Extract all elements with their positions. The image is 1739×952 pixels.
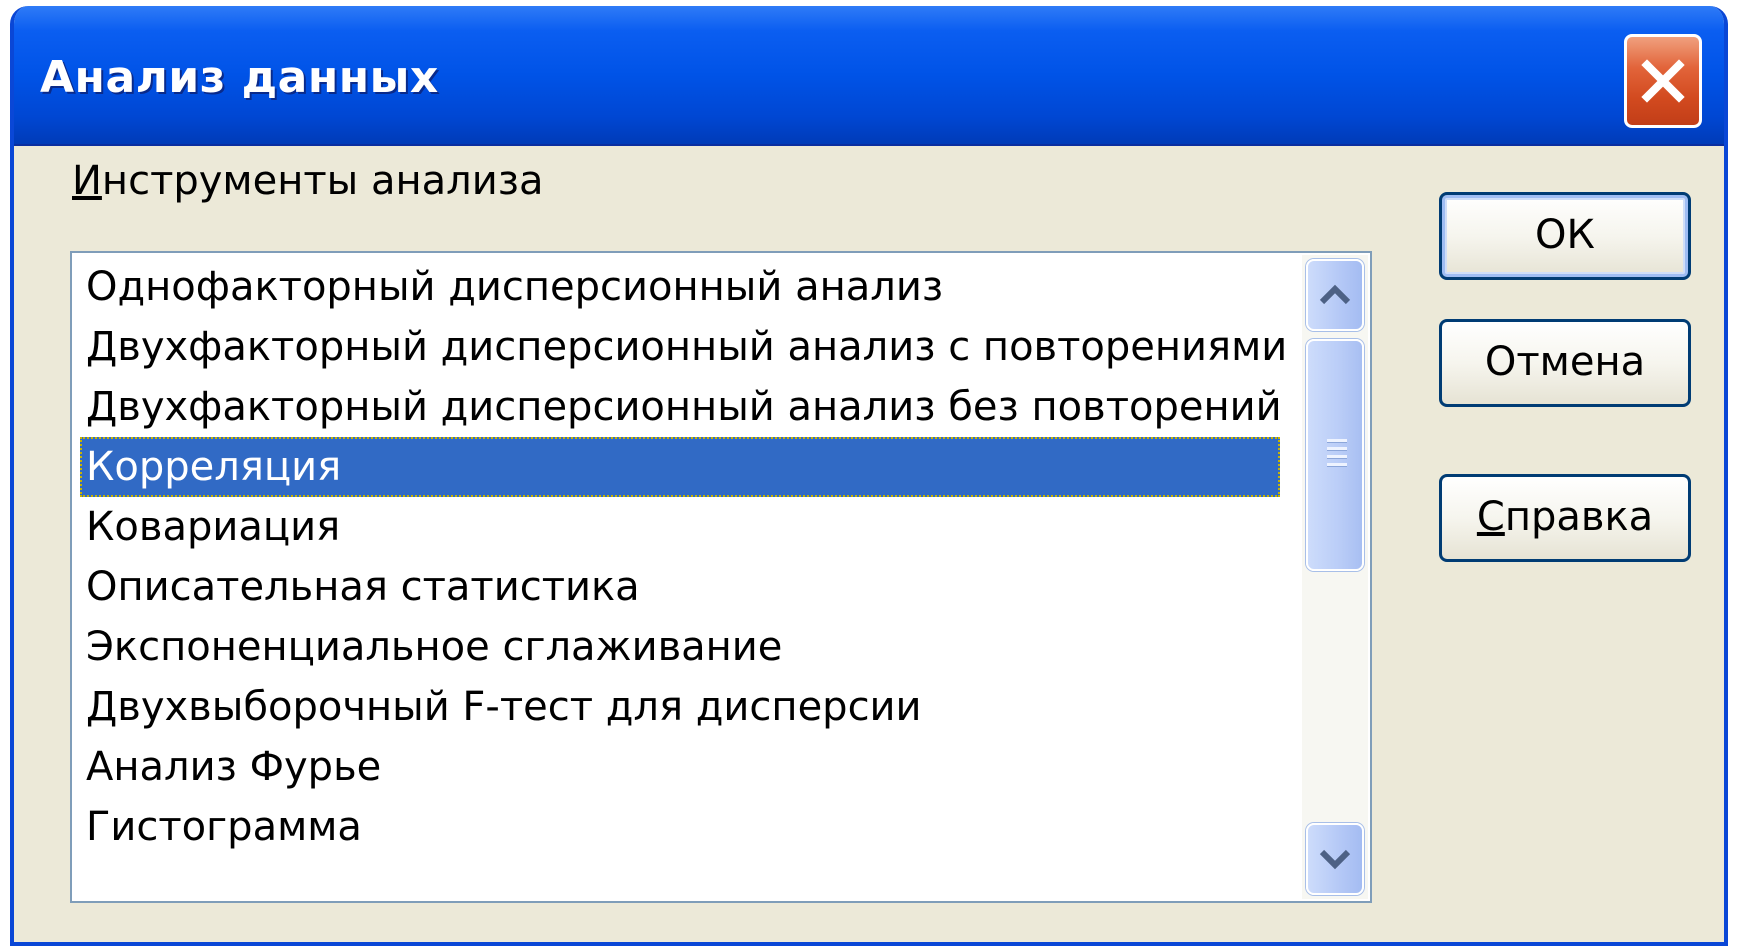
scroll-down-button[interactable] (1306, 823, 1364, 895)
cancel-button[interactable]: Отмена (1439, 319, 1691, 407)
help-button[interactable]: Справка (1439, 474, 1691, 562)
scroll-thumb[interactable] (1306, 339, 1364, 571)
list-item[interactable]: Экспоненциальное сглаживание (80, 617, 1280, 677)
close-button[interactable] (1624, 34, 1702, 128)
list-item[interactable]: Двухфакторный дисперсионный анализ с пов… (80, 317, 1287, 377)
list-item[interactable]: Корреляция (80, 437, 1280, 497)
list-item[interactable]: Гистограмма (80, 797, 1280, 857)
ok-button[interactable]: ОК (1439, 192, 1691, 280)
list-item[interactable]: Двухфакторный дисперсионный анализ без п… (80, 377, 1282, 437)
list-item[interactable]: Ковариация (80, 497, 1280, 557)
title-bar[interactable]: Анализ данных (14, 6, 1724, 146)
vertical-scrollbar[interactable] (1302, 255, 1368, 899)
chevron-up-icon (1319, 284, 1351, 305)
list-item[interactable]: Анализ Фурье (80, 737, 1280, 797)
chevron-down-icon (1319, 849, 1351, 870)
list-item[interactable]: Однофакторный дисперсионный анализ (80, 257, 1280, 317)
window-title: Анализ данных (40, 52, 439, 103)
scroll-up-button[interactable] (1306, 259, 1364, 331)
tools-listbox[interactable]: Однофакторный дисперсионный анализ Двухфа… (70, 251, 1372, 903)
help-button-accesskey: С (1476, 494, 1505, 540)
help-button-label: правка (1504, 494, 1654, 540)
tools-label-accesskey: И (72, 158, 102, 204)
close-icon (1641, 59, 1685, 103)
list-item[interactable]: Двухвыборочный F-тест для дисперсии (80, 677, 1280, 737)
tools-label-text: нструменты анализа (101, 158, 544, 204)
analysis-dialog: Анализ данных Инструменты анализа Однофа… (10, 6, 1728, 946)
tools-label: Инструменты анализа (72, 158, 543, 204)
list-item[interactable]: Описательная статистика (80, 557, 1280, 617)
